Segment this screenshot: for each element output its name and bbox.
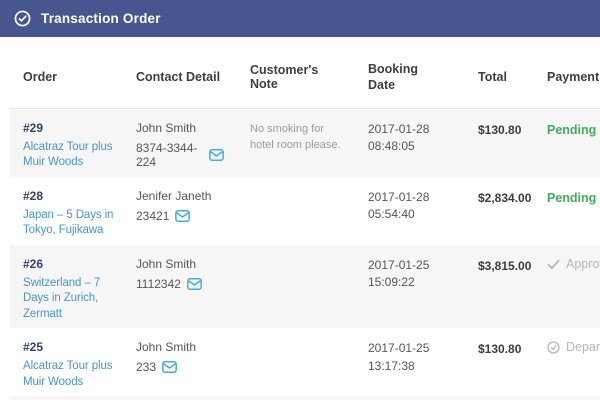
order-total: $2,834.00 [478, 191, 531, 205]
order-total: $130.80 [478, 123, 521, 137]
customer-note: No smoking for hotel room please. [250, 121, 342, 154]
status-badge: Pending [547, 123, 596, 137]
status-badge: Approved [566, 257, 600, 271]
contact-name: Jenifer Janeth [136, 189, 224, 203]
envelope-icon[interactable] [162, 361, 177, 373]
booking-date: 2017-01-28 [368, 121, 452, 138]
column-header-contact-detail: Contact Detail [123, 55, 237, 108]
order-id: #26 [23, 257, 119, 271]
column-header-booking-date: Booking Date [355, 55, 465, 108]
order-title-link[interactable]: Japan – 5 Days in Tokyo, Fujikawa [23, 208, 119, 239]
check-icon [547, 259, 560, 270]
envelope-icon[interactable] [209, 149, 224, 161]
booking-time: 13:17:38 [368, 358, 452, 375]
envelope-icon[interactable] [187, 278, 202, 290]
panel-title: Transaction Order [41, 11, 161, 26]
order-title-link[interactable]: Alcatraz Tour plus Muir Woods [23, 359, 119, 390]
order-title-link[interactable]: Alcatraz Tour plus Muir Woods [23, 140, 119, 171]
contact-name: John Smith [136, 340, 224, 354]
contact-name: John Smith [136, 257, 224, 271]
booking-time: 15:09:22 [368, 274, 452, 291]
contact-number: 23421 [136, 209, 169, 223]
column-header-customers-note: Customer's Note [237, 55, 355, 108]
table-header-row: Order Contact Detail Customer's Note Boo… [10, 55, 600, 108]
table-row: #29 Alcatraz Tour plus Muir Woods John S… [10, 108, 600, 177]
order-total: $3,815.00 [478, 259, 531, 273]
order-id: #25 [23, 340, 119, 354]
order-total: $130.80 [478, 342, 521, 356]
column-header-payment-status: Payment Status [534, 55, 600, 108]
panel-header: Transaction Order [0, 0, 600, 37]
column-header-total: Total [465, 55, 534, 108]
order-id: #28 [23, 189, 119, 203]
contact-number: 8374-3344-224 [136, 141, 203, 169]
status-badge: Pending [547, 191, 596, 205]
check-circle-icon [14, 10, 31, 27]
contact-number: 1112342 [136, 277, 181, 291]
table-row: #26 Switzerland – 7 Days in Zurich, Zerm… [10, 245, 600, 329]
booking-date: 2017-01-25 [368, 340, 452, 357]
circle-check-icon [547, 341, 560, 354]
contact-number: 233 [136, 360, 156, 374]
booking-date: 2017-01-28 [368, 189, 452, 206]
table-row: #24 Thailand – 4 Days in John Smith 2334 [10, 396, 600, 400]
booking-time: 08:48:05 [368, 138, 452, 155]
order-title-link[interactable]: Switzerland – 7 Days in Zurich, Zermatt [23, 276, 119, 323]
booking-date: 2017-01-25 [368, 257, 452, 274]
table-row: #25 Alcatraz Tour plus Muir Woods John S… [10, 328, 600, 396]
envelope-icon[interactable] [175, 210, 190, 222]
contact-name: John Smith [136, 121, 224, 135]
status-badge: Departed [566, 340, 600, 354]
booking-time: 05:54:40 [368, 206, 452, 223]
table-row: #28 Japan – 5 Days in Tokyo, Fujikawa Je… [10, 177, 600, 245]
order-id: #29 [23, 121, 119, 135]
column-header-order: Order [10, 55, 123, 108]
orders-table: Order Contact Detail Customer's Note Boo… [10, 55, 600, 400]
